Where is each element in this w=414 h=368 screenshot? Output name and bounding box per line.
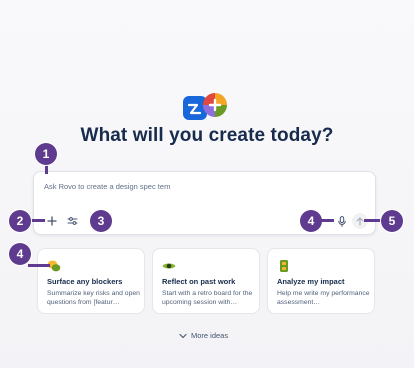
trophy-icon <box>280 260 288 272</box>
prompt-input[interactable] <box>44 182 364 191</box>
card-description: Start with a retro board for the upcomin… <box>162 290 253 306</box>
more-ideas-label: More ideas <box>191 331 229 340</box>
callout-badge: 3 <box>90 210 112 232</box>
callout-badge: 1 <box>35 143 57 165</box>
callout-badge: 4 <box>300 210 322 232</box>
suggestion-card-impact[interactable]: Analyze my impact Help me write my perfo… <box>267 248 375 314</box>
callout-badge: 4 <box>9 243 31 265</box>
add-button[interactable] <box>45 214 59 228</box>
suggestion-card-reflect[interactable]: Reflect on past work Start with a retro … <box>152 248 260 314</box>
page-title: What will you create today? <box>80 125 334 146</box>
callout-pointer <box>28 264 50 267</box>
card-title: Surface any blockers <box>47 277 123 286</box>
eye-icon <box>162 263 176 269</box>
chevron-down-icon <box>179 333 187 338</box>
more-ideas-button[interactable]: More ideas <box>179 331 228 340</box>
callout-pointer <box>320 219 334 222</box>
microphone-icon <box>338 215 346 227</box>
card-title: Analyze my impact <box>277 277 345 286</box>
prompt-box <box>33 171 376 235</box>
card-description: Help me write my performance assessment… <box>277 290 370 306</box>
plus-icon <box>47 216 57 226</box>
card-description: Summarize key risks and open questions f… <box>47 290 140 306</box>
voice-button[interactable] <box>336 214 348 228</box>
callout-pointer <box>29 219 45 222</box>
card-title: Reflect on past work <box>162 277 236 286</box>
sliders-icon <box>67 217 77 225</box>
callout-badge: 2 <box>9 210 31 232</box>
callout-badge: 5 <box>381 210 403 232</box>
suggestion-card-blockers[interactable]: Surface any blockers Summarize key risks… <box>37 248 145 314</box>
arrow-up-icon <box>356 216 364 226</box>
callout-pointer <box>364 219 382 222</box>
settings-button[interactable] <box>65 214 79 228</box>
rovo-logo <box>183 93 227 123</box>
